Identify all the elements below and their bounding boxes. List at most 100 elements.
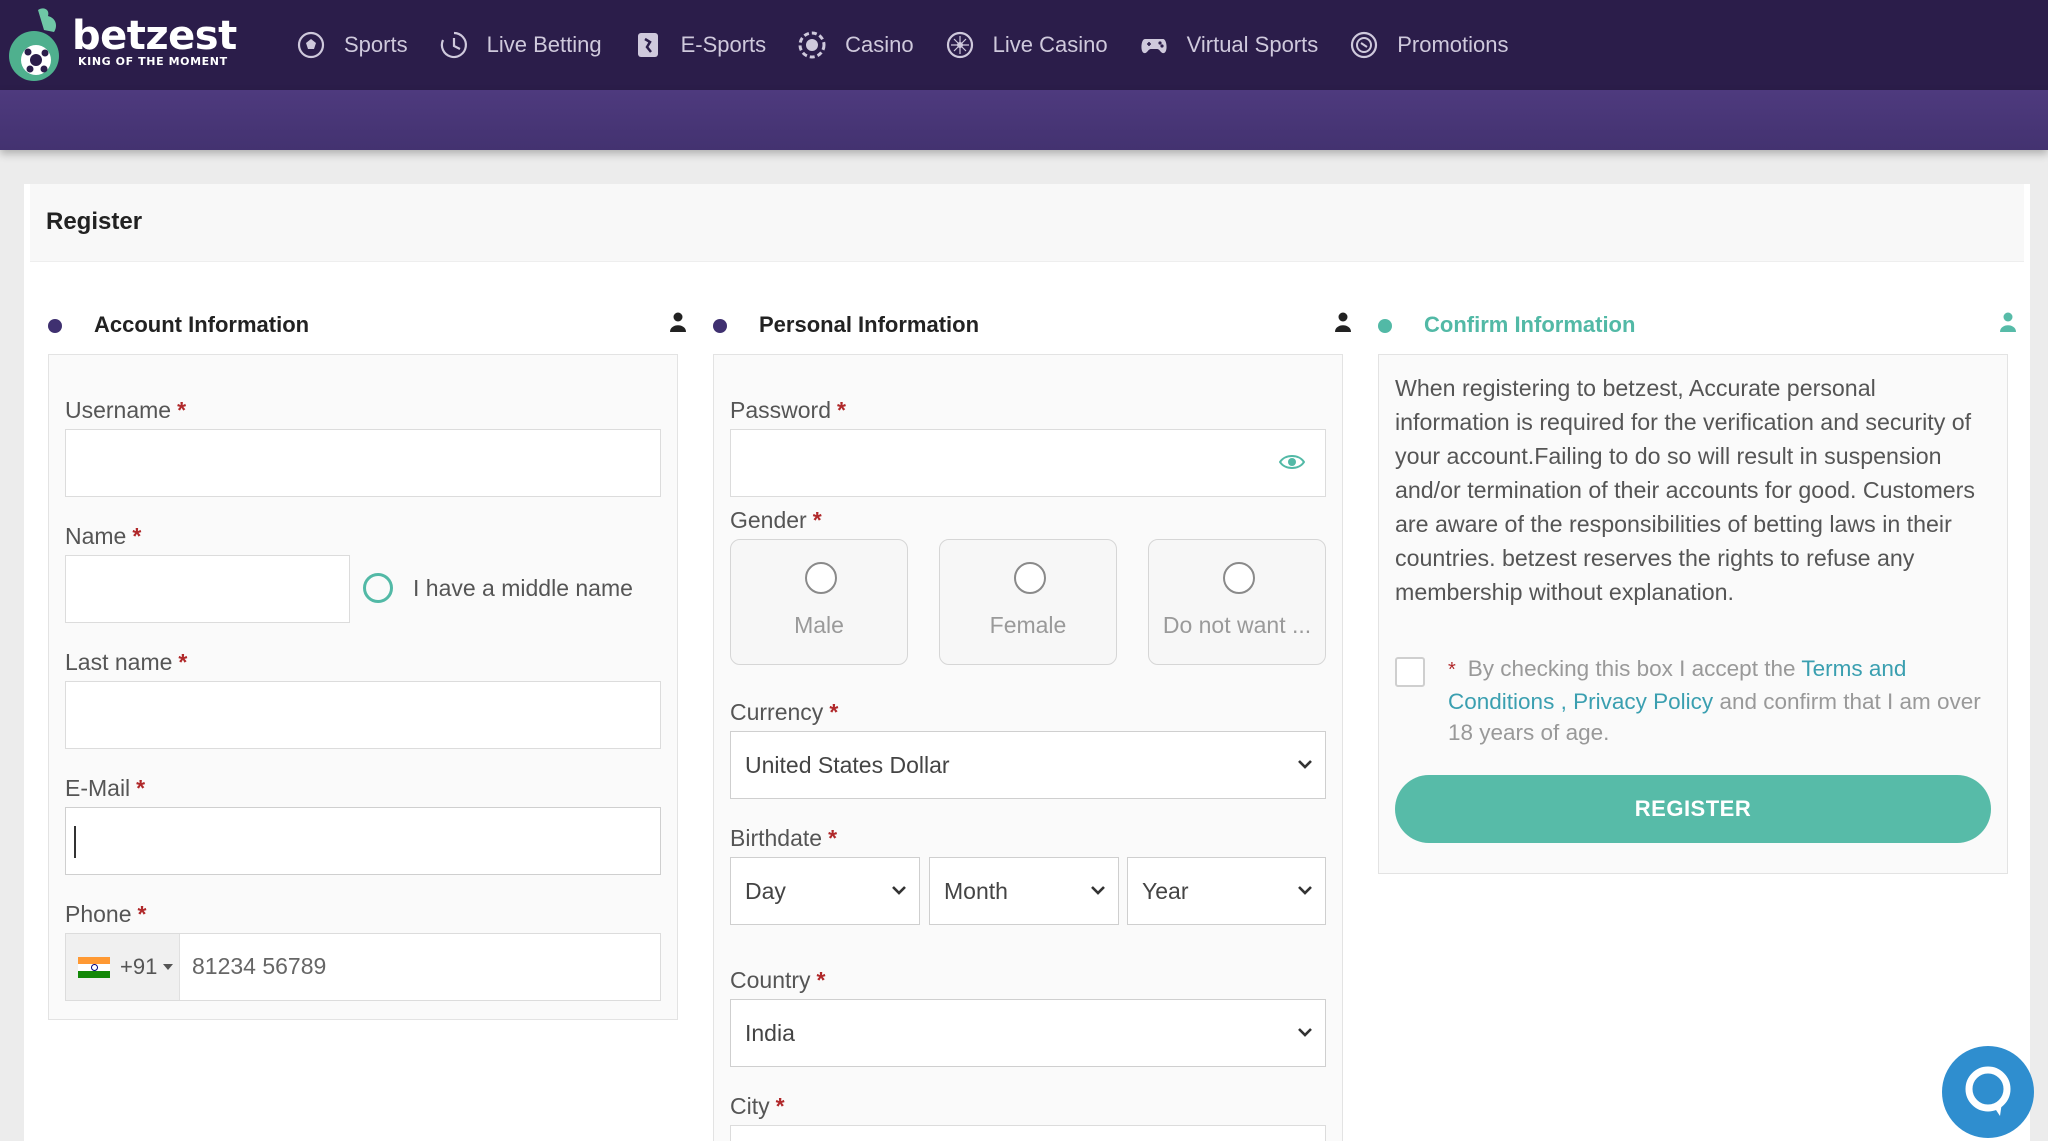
chevron-down-icon [1091, 886, 1105, 895]
confirm-disclaimer: When registering to betzest, Accurate pe… [1395, 375, 1975, 605]
clock-icon [440, 31, 467, 59]
nav-item-promotions[interactable]: Promotions [1349, 30, 1509, 60]
country-label: Country * [730, 967, 826, 993]
account-section-header: Account Information [48, 306, 688, 346]
radio-icon [805, 562, 837, 594]
nav-label: Virtual Sports [1186, 32, 1319, 57]
nav-item-casino[interactable]: Casino [797, 30, 914, 60]
gender-option-male[interactable]: Male [730, 539, 908, 665]
phone-placeholder: 81234 56789 [192, 953, 327, 979]
step-dot [713, 319, 727, 333]
middle-name-label: I have a middle name [413, 575, 633, 601]
nav-label: Live Betting [486, 32, 602, 57]
nav-item-sports[interactable]: Sports [296, 30, 408, 60]
india-flag-icon [78, 957, 110, 978]
terms-separator: , [1560, 689, 1567, 714]
gender-option-label: Female [989, 612, 1067, 638]
phone-label: Phone * [65, 901, 147, 927]
nav-label: Sports [344, 32, 408, 57]
casino-chip-icon [798, 31, 826, 59]
text-caret [74, 826, 76, 858]
radio-icon [1014, 562, 1046, 594]
birthdate-label: Birthdate * [730, 825, 838, 851]
lastname-label: Last name * [65, 649, 188, 675]
user-icon [2000, 312, 2016, 332]
phone-input[interactable]: +91 81234 56789 [65, 933, 661, 1001]
personal-section-header: Personal Information [713, 306, 1353, 346]
caret-down-icon [163, 964, 173, 970]
currency-label: Currency * [730, 699, 839, 725]
gender-option-female[interactable]: Female [939, 539, 1117, 665]
confirm-panel: When registering to betzest, Accurate pe… [1378, 354, 2008, 874]
register-button[interactable]: REGISTER [1395, 775, 1991, 843]
chevron-down-icon [1298, 760, 1312, 769]
currency-select[interactable]: United States Dollar [730, 731, 1326, 799]
dial-code: +91 [120, 954, 158, 979]
nav-item-live-casino[interactable]: Live Casino [945, 30, 1108, 60]
city-label: City * [730, 1093, 785, 1119]
account-section-title: Account Information [94, 312, 310, 337]
chevron-down-icon [1298, 1028, 1312, 1037]
birth-month-value: Month [944, 878, 1008, 904]
confirm-section-header: Confirm Information [1378, 306, 2018, 346]
step-dot [1378, 319, 1392, 333]
roulette-icon [946, 31, 973, 59]
privacy-link[interactable]: Privacy Policy [1573, 689, 1713, 714]
page-title: Register [46, 208, 143, 235]
user-icon [670, 312, 686, 332]
chat-icon [1965, 1066, 2011, 1116]
nav-item-virtual-sports[interactable]: Virtual Sports [1139, 30, 1319, 60]
nav-label: Casino [845, 32, 914, 57]
password-input[interactable] [730, 429, 1326, 497]
birth-year-select[interactable]: Year [1127, 857, 1326, 925]
gender-option-label: Male [794, 612, 844, 638]
terms-checkbox[interactable] [1395, 657, 1425, 687]
step-dot [48, 319, 62, 333]
main-nav: Sports Live Betting E-Sports Casino Live… [296, 0, 1540, 90]
brand-logo[interactable]: betzest KING OF THE MOMENT [0, 0, 250, 90]
user-icon [1335, 312, 1351, 332]
country-value: India [745, 1020, 795, 1046]
terms-text: * By checking this box I accept the Terms… [1448, 656, 1981, 745]
register-page: Register Account Information Personal In… [24, 184, 2030, 1141]
gamepad-icon [1141, 39, 1167, 54]
country-code-selector[interactable]: +91 [66, 934, 180, 1000]
nav-item-esports[interactable]: E-Sports [633, 30, 767, 60]
name-label: Name * [65, 523, 142, 549]
brand-name: betzest [72, 13, 237, 59]
top-navbar: betzest KING OF THE MOMENT Sports Live B… [0, 0, 2048, 90]
currency-value: United States Dollar [745, 752, 950, 778]
chevron-down-icon [1298, 886, 1312, 895]
gender-options: Male Female Do not want ... [730, 539, 1326, 665]
name-input[interactable] [65, 555, 350, 623]
email-label: E-Mail * [65, 775, 146, 801]
account-panel: Username * Name * I have a middle name Las… [48, 354, 678, 1020]
birth-day-select[interactable]: Day [730, 857, 920, 925]
live-chat-button[interactable] [1942, 1046, 2034, 1138]
gender-option-undisclosed[interactable]: Do not want ... [1148, 539, 1326, 665]
birth-month-select[interactable]: Month [929, 857, 1119, 925]
nav-label: Live Casino [992, 32, 1108, 57]
nav-label: E-Sports [680, 32, 767, 57]
username-label: Username * [65, 397, 187, 423]
eye-icon[interactable] [1279, 453, 1305, 471]
city-input[interactable] [730, 1125, 1326, 1141]
birth-day-value: Day [745, 878, 786, 904]
required-mark: * [1448, 659, 1456, 681]
email-input[interactable] [65, 807, 661, 875]
birth-year-value: Year [1142, 878, 1189, 904]
chevron-down-icon [892, 886, 906, 895]
country-select[interactable]: India [730, 999, 1326, 1067]
lastname-input[interactable] [65, 681, 661, 749]
brand-tagline: KING OF THE MOMENT [78, 55, 228, 68]
promo-icon [1351, 31, 1378, 59]
esports-icon [637, 33, 658, 57]
soccer-ball-icon [297, 31, 325, 59]
username-input[interactable] [65, 429, 661, 497]
gender-label: Gender * [730, 507, 822, 533]
confirm-section-title: Confirm Information [1424, 312, 1636, 337]
personal-panel: Password * Gender * Male Female Do not wan… [713, 354, 1343, 1141]
nav-item-live-betting[interactable]: Live Betting [439, 30, 602, 60]
page-header: Register [30, 184, 2024, 262]
middle-name-toggle[interactable] [363, 573, 393, 603]
